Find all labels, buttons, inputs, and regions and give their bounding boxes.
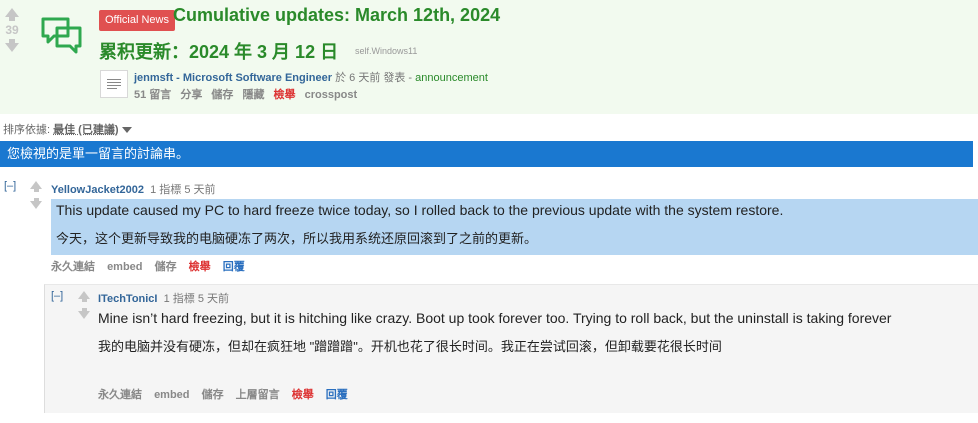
discussion-chat-icon bbox=[41, 17, 82, 54]
post-vote: 39 bbox=[0, 8, 24, 52]
comment-meta: ITechTonicI 1 指標 5 天前 bbox=[98, 290, 229, 306]
post-domain[interactable]: self.Windows11 bbox=[355, 46, 417, 56]
save-button[interactable]: 儲存 bbox=[211, 89, 233, 101]
comments-link[interactable]: 51 留言 bbox=[134, 89, 171, 101]
comment-points: 1 指標 bbox=[163, 293, 195, 305]
comment-buttons: 永久連結 embed 儲存 檢舉 回覆 bbox=[51, 258, 254, 274]
parent-comment-button[interactable]: 上層留言 bbox=[236, 389, 280, 401]
post-buttons: 51 留言 分享 儲存 隱藏 檢舉 crosspost bbox=[134, 86, 363, 102]
post-score: 39 bbox=[5, 23, 19, 37]
post-flair-tag: announcement bbox=[415, 72, 488, 84]
post-header: 39 Official News Cumulative updates: Mar… bbox=[0, 0, 978, 114]
comment-text-en: Mine isn’t hard freezing, but it is hitc… bbox=[98, 310, 892, 326]
sort-dropdown[interactable]: 最佳 (已建議) bbox=[53, 124, 118, 136]
comment-body: Mine isn’t hard freezing, but it is hitc… bbox=[98, 309, 958, 356]
comment-body: This update caused my PC to hard freeze … bbox=[51, 199, 978, 255]
comment-text-en: This update caused my PC to hard freeze … bbox=[56, 202, 784, 218]
downvote-arrow-icon[interactable] bbox=[76, 308, 92, 319]
self-post-thumbnail-icon[interactable] bbox=[100, 70, 128, 98]
report-button[interactable]: 檢舉 bbox=[189, 261, 211, 273]
collapse-toggle[interactable]: [–] bbox=[51, 290, 63, 302]
reply-button[interactable]: 回覆 bbox=[326, 389, 348, 401]
embed-button[interactable]: embed bbox=[154, 389, 189, 401]
comment-time: 5 天前 bbox=[197, 293, 230, 305]
save-button[interactable]: 儲存 bbox=[155, 261, 177, 273]
sort-bar: 排序依據: 最佳 (已建議) bbox=[3, 121, 132, 137]
comment-vote bbox=[76, 291, 92, 319]
comment-author[interactable]: YellowJacket2002 bbox=[51, 184, 144, 196]
collapse-toggle[interactable]: [–] bbox=[4, 180, 16, 192]
comment-buttons: 永久連結 embed 儲存 上層留言 檢舉 回覆 bbox=[98, 386, 357, 402]
permalink-button[interactable]: 永久連結 bbox=[98, 389, 142, 401]
official-news-flair: Official News bbox=[99, 10, 175, 31]
permalink-button[interactable]: 永久連結 bbox=[51, 261, 95, 273]
hide-button[interactable]: 隱藏 bbox=[242, 89, 264, 101]
upvote-arrow-icon[interactable] bbox=[28, 181, 44, 192]
single-thread-banner: 您檢視的是單一留言的討論串。 bbox=[0, 141, 973, 167]
sort-label: 排序依據: bbox=[3, 124, 51, 136]
comment-meta: YellowJacket2002 1 指標 5 天前 bbox=[51, 181, 216, 197]
downvote-arrow-icon[interactable] bbox=[0, 39, 24, 52]
comment-points: 1 指標 bbox=[150, 184, 182, 196]
post-tagline: jenmsft - Microsoft Software Engineer 於 … bbox=[134, 69, 488, 85]
comment-time: 5 天前 bbox=[184, 184, 216, 196]
post-author[interactable]: jenmsft - Microsoft Software Engineer bbox=[134, 72, 332, 84]
comment-vote bbox=[28, 181, 44, 209]
dropdown-caret-icon[interactable] bbox=[121, 127, 132, 134]
share-button[interactable]: 分享 bbox=[180, 89, 202, 101]
reply-button[interactable]: 回覆 bbox=[223, 261, 245, 273]
post-time: 於 6 天前 發表 - bbox=[335, 72, 413, 84]
post-title-en[interactable]: Cumulative updates: March 12th, 2024 bbox=[173, 5, 500, 26]
upvote-arrow-icon[interactable] bbox=[0, 8, 24, 21]
upvote-arrow-icon[interactable] bbox=[76, 291, 92, 302]
comment-text-zh: 今天，这个更新导致我的电脑硬冻了两次，所以我用系统还原回滚到了之前的更新。 bbox=[56, 231, 538, 246]
comment-author[interactable]: ITechTonicI bbox=[98, 293, 158, 305]
crosspost-button[interactable]: crosspost bbox=[305, 89, 358, 101]
post-title-zh[interactable]: 累积更新：2024 年 3 月 12 日 bbox=[99, 38, 338, 64]
report-button[interactable]: 檢舉 bbox=[274, 89, 296, 101]
report-button[interactable]: 檢舉 bbox=[292, 389, 314, 401]
embed-button[interactable]: embed bbox=[107, 261, 142, 273]
comment-text-zh: 我的电脑并没有硬冻，但却在疯狂地 "蹭蹭蹭"。开机也花了很长时间。我正在尝试回滚… bbox=[98, 339, 722, 354]
save-button[interactable]: 儲存 bbox=[202, 389, 224, 401]
downvote-arrow-icon[interactable] bbox=[28, 198, 44, 209]
